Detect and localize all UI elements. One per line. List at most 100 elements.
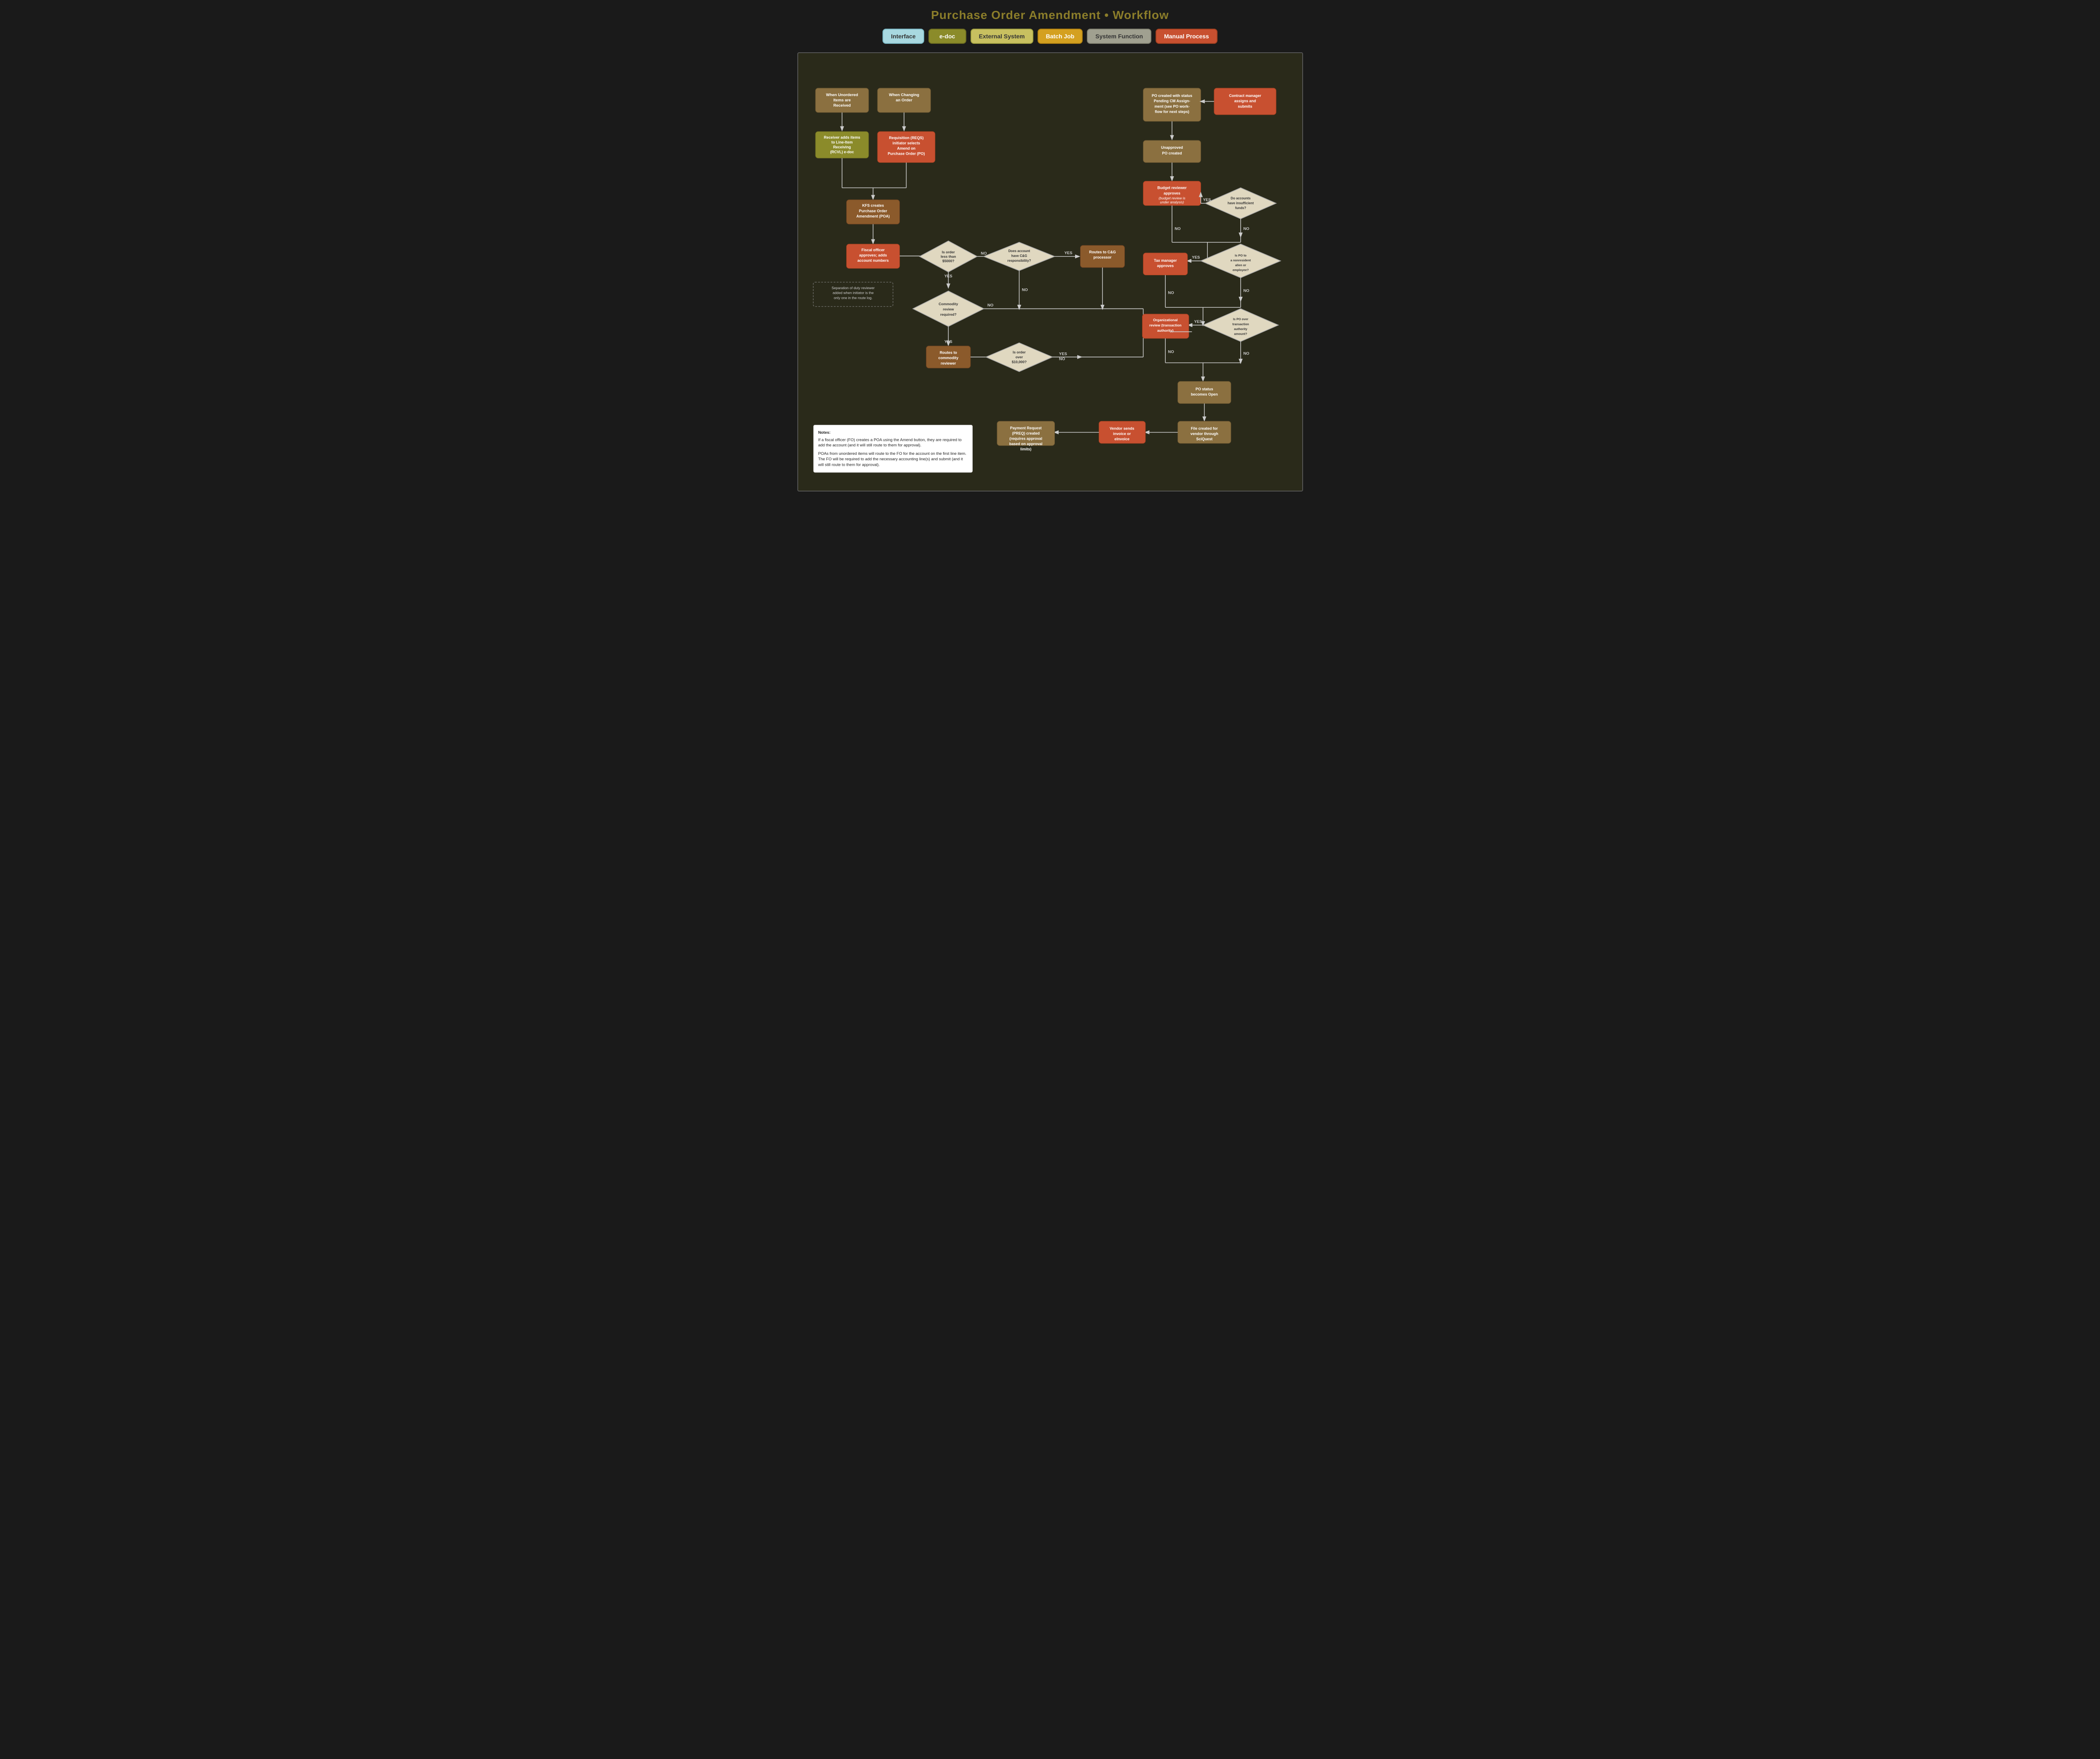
legend-interface: Interface — [882, 29, 924, 44]
svg-text:Commodity: Commodity — [939, 302, 958, 306]
legend-external: External System — [971, 29, 1033, 44]
svg-text:a nonresident: a nonresident — [1230, 258, 1251, 262]
svg-text:Routes to: Routes to — [939, 351, 957, 355]
svg-text:Do accounts: Do accounts — [1231, 196, 1251, 200]
svg-text:limits): limits) — [1020, 447, 1031, 451]
svg-text:YES: YES — [1064, 251, 1072, 255]
svg-text:Amendment (POA): Amendment (POA) — [856, 214, 889, 218]
svg-text:YES: YES — [1194, 320, 1202, 324]
legend-batch: Batch Job — [1038, 29, 1083, 44]
legend: Interface e-doc External System Batch Jo… — [882, 29, 1217, 44]
svg-text:eInvoice: eInvoice — [1114, 437, 1129, 441]
svg-text:YES: YES — [1059, 352, 1067, 357]
svg-text:NO: NO — [1059, 357, 1065, 361]
svg-text:(RCVL) e-doc: (RCVL) e-doc — [830, 150, 854, 154]
svg-text:processor: processor — [1093, 255, 1112, 260]
svg-text:submits: submits — [1238, 104, 1252, 108]
svg-text:approves: approves — [1164, 191, 1180, 195]
svg-text:NO: NO — [1168, 349, 1174, 354]
svg-text:Separation of duty reviewer: Separation of duty reviewer — [831, 286, 874, 290]
svg-text:ment (see PO work-: ment (see PO work- — [1154, 104, 1189, 108]
svg-text:funds?: funds? — [1235, 206, 1246, 210]
svg-text:Does account: Does account — [1008, 249, 1030, 253]
svg-text:Amend on: Amend on — [897, 146, 915, 150]
svg-text:Purchase Order: Purchase Order — [859, 209, 887, 213]
svg-text:When Unordered: When Unordered — [826, 93, 858, 97]
svg-text:NO: NO — [1175, 226, 1180, 231]
svg-text:commodity: commodity — [938, 356, 958, 360]
svg-text:Receiver adds items: Receiver adds items — [823, 135, 860, 140]
svg-text:NO: NO — [1243, 226, 1249, 231]
legend-manual: Manual Process — [1156, 29, 1218, 44]
svg-text:based on approval: based on approval — [1009, 442, 1042, 446]
svg-text:(requires approval: (requires approval — [1009, 436, 1042, 440]
svg-text:NO: NO — [1243, 352, 1249, 356]
svg-text:KFS creates: KFS creates — [862, 204, 884, 208]
svg-text:YES: YES — [944, 339, 952, 344]
svg-text:Is order: Is order — [1013, 350, 1026, 354]
svg-text:account numbers: account numbers — [857, 258, 888, 263]
svg-text:authority: authority — [1234, 327, 1247, 331]
svg-text:Payment Request: Payment Request — [1010, 426, 1041, 430]
svg-text:NO: NO — [1243, 288, 1249, 293]
svg-text:under analysis): under analysis) — [1160, 200, 1184, 204]
svg-text:PO created with status: PO created with status — [1151, 94, 1192, 98]
svg-text:(PREQ) created: (PREQ) created — [1012, 431, 1039, 435]
svg-text:have insufficient: have insufficient — [1227, 201, 1254, 205]
svg-text:approves: approves — [1157, 264, 1174, 268]
svg-text:vendor through: vendor through — [1190, 432, 1218, 436]
svg-text:added when initiator is the: added when initiator is the — [832, 291, 874, 295]
svg-text:Contract manager: Contract manager — [1229, 94, 1261, 98]
svg-text:Fiscal officer: Fiscal officer — [861, 248, 885, 252]
svg-text:YES: YES — [1192, 255, 1200, 260]
svg-text:less than: less than — [941, 255, 956, 259]
svg-text:NO: NO — [981, 251, 987, 256]
svg-text:Vendor sends: Vendor sends — [1109, 426, 1134, 430]
svg-text:$5000?: $5000? — [942, 259, 954, 263]
svg-text:Routes to C&G: Routes to C&G — [1089, 250, 1116, 254]
svg-text:Is PO over: Is PO over — [1233, 317, 1248, 321]
svg-text:Tax manager: Tax manager — [1154, 258, 1177, 263]
svg-text:NO: NO — [987, 303, 993, 308]
svg-text:Received: Received — [833, 103, 851, 108]
svg-text:employee?: employee? — [1232, 268, 1249, 272]
svg-text:SciQuest: SciQuest — [1196, 437, 1212, 441]
legend-system: System Function — [1087, 29, 1151, 44]
svg-text:Organizational: Organizational — [1153, 318, 1177, 322]
svg-text:assigns and: assigns and — [1234, 99, 1256, 103]
svg-text:Pending CM Assign-: Pending CM Assign- — [1153, 99, 1190, 103]
svg-text:responsibility?: responsibility? — [1007, 259, 1031, 263]
svg-text:Items are: Items are — [833, 98, 850, 103]
svg-text:Is PO to: Is PO to — [1235, 253, 1247, 257]
svg-text:Budget reviewer: Budget reviewer — [1157, 186, 1187, 190]
svg-text:only one in the route log.: only one in the route log. — [834, 295, 872, 300]
svg-text:review (transaction: review (transaction — [1149, 323, 1181, 327]
svg-text:have C&G: have C&G — [1011, 254, 1027, 258]
svg-text:over: over — [1015, 355, 1023, 359]
svg-text:PO created: PO created — [1162, 151, 1182, 156]
svg-text:approves; adds: approves; adds — [859, 253, 887, 257]
svg-text:$10,000?: $10,000? — [1011, 360, 1026, 364]
svg-text:NO: NO — [1168, 291, 1174, 295]
svg-text:NO: NO — [1022, 287, 1027, 292]
legend-edoc: e-doc — [928, 29, 966, 44]
svg-text:File created for: File created for — [1191, 426, 1218, 430]
svg-text:Purchase Order (PO): Purchase Order (PO) — [888, 152, 925, 156]
svg-text:amount?: amount? — [1234, 332, 1247, 336]
svg-text:Is order: Is order — [941, 250, 955, 254]
diagram-container: When Unordered Items are Received When C… — [797, 52, 1303, 491]
svg-text:Unapproved: Unapproved — [1161, 145, 1183, 150]
page-title: Purchase Order Amendment • Workflow — [931, 8, 1169, 22]
svg-text:initiator selects: initiator selects — [892, 141, 920, 145]
svg-text:reviewer: reviewer — [941, 361, 956, 365]
svg-text:to Line-Item: to Line-Item — [831, 140, 853, 144]
svg-text:review: review — [943, 307, 954, 312]
svg-text:becomes Open: becomes Open — [1191, 392, 1218, 396]
svg-text:transaction: transaction — [1232, 322, 1249, 326]
svg-text:Requisition (REQS): Requisition (REQS) — [889, 136, 923, 140]
svg-text:alien or: alien or — [1235, 263, 1246, 267]
flowchart-svg: When Unordered Items are Received When C… — [807, 62, 1294, 482]
svg-text:an Order: an Order — [896, 98, 912, 103]
svg-text:YES: YES — [1203, 198, 1211, 202]
svg-text:invoice or: invoice or — [1113, 432, 1131, 436]
